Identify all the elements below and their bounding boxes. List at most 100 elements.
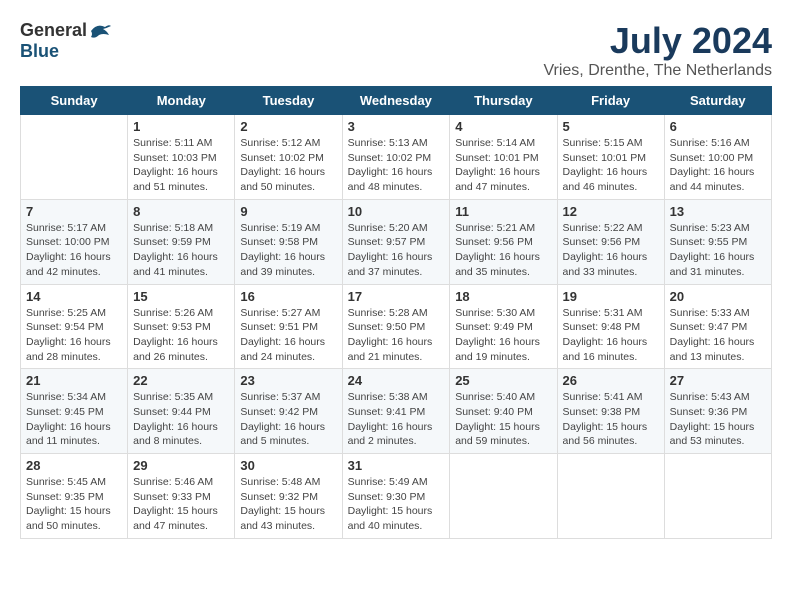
sunrise: Sunrise: 5:23 AM — [670, 222, 750, 234]
daylight: Daylight: 16 hours and 21 minutes. — [348, 336, 433, 363]
sunrise: Sunrise: 5:14 AM — [455, 137, 535, 149]
daylight: Daylight: 16 hours and 11 minutes. — [26, 421, 111, 448]
daylight: Daylight: 16 hours and 47 minutes. — [455, 166, 540, 193]
sunset: Sunset: 9:54 PM — [26, 321, 104, 333]
day-header-thursday: Thursday — [450, 87, 557, 115]
daylight: Daylight: 16 hours and 50 minutes. — [240, 166, 325, 193]
sunset: Sunset: 9:33 PM — [133, 491, 211, 503]
day-number: 16 — [240, 289, 336, 304]
calendar-cell: 7 Sunrise: 5:17 AM Sunset: 10:00 PM Dayl… — [21, 199, 128, 284]
day-header-sunday: Sunday — [21, 87, 128, 115]
calendar-week-row: 1 Sunrise: 5:11 AM Sunset: 10:03 PM Dayl… — [21, 115, 772, 200]
daylight: Daylight: 16 hours and 51 minutes. — [133, 166, 218, 193]
day-header-monday: Monday — [128, 87, 235, 115]
sunrise: Sunrise: 5:35 AM — [133, 391, 213, 403]
sunrise: Sunrise: 5:38 AM — [348, 391, 428, 403]
sunset: Sunset: 9:38 PM — [563, 406, 641, 418]
daylight: Daylight: 15 hours and 53 minutes. — [670, 421, 755, 448]
sunrise: Sunrise: 5:37 AM — [240, 391, 320, 403]
day-number: 9 — [240, 204, 336, 219]
day-number: 14 — [26, 289, 122, 304]
daylight: Daylight: 16 hours and 46 minutes. — [563, 166, 648, 193]
sunset: Sunset: 9:32 PM — [240, 491, 318, 503]
day-info: Sunrise: 5:45 AM Sunset: 9:35 PM Dayligh… — [26, 475, 122, 534]
calendar-cell: 26 Sunrise: 5:41 AM Sunset: 9:38 PM Dayl… — [557, 369, 664, 454]
sunrise: Sunrise: 5:21 AM — [455, 222, 535, 234]
daylight: Daylight: 16 hours and 35 minutes. — [455, 251, 540, 278]
day-info: Sunrise: 5:17 AM Sunset: 10:00 PM Daylig… — [26, 221, 122, 280]
daylight: Daylight: 16 hours and 33 minutes. — [563, 251, 648, 278]
daylight: Daylight: 15 hours and 40 minutes. — [348, 505, 433, 532]
sunrise: Sunrise: 5:18 AM — [133, 222, 213, 234]
daylight: Daylight: 16 hours and 28 minutes. — [26, 336, 111, 363]
day-number: 21 — [26, 373, 122, 388]
calendar-cell: 10 Sunrise: 5:20 AM Sunset: 9:57 PM Dayl… — [342, 199, 450, 284]
calendar-cell: 20 Sunrise: 5:33 AM Sunset: 9:47 PM Dayl… — [664, 284, 771, 369]
sunset: Sunset: 9:47 PM — [670, 321, 748, 333]
calendar-week-row: 21 Sunrise: 5:34 AM Sunset: 9:45 PM Dayl… — [21, 369, 772, 454]
sunrise: Sunrise: 5:28 AM — [348, 307, 428, 319]
calendar-cell: 8 Sunrise: 5:18 AM Sunset: 9:59 PM Dayli… — [128, 199, 235, 284]
day-number: 10 — [348, 204, 445, 219]
calendar-cell: 11 Sunrise: 5:21 AM Sunset: 9:56 PM Dayl… — [450, 199, 557, 284]
sunset: Sunset: 9:55 PM — [670, 236, 748, 248]
day-info: Sunrise: 5:26 AM Sunset: 9:53 PM Dayligh… — [133, 306, 229, 365]
sunrise: Sunrise: 5:15 AM — [563, 137, 643, 149]
sunrise: Sunrise: 5:11 AM — [133, 137, 212, 149]
day-info: Sunrise: 5:46 AM Sunset: 9:33 PM Dayligh… — [133, 475, 229, 534]
calendar-cell: 27 Sunrise: 5:43 AM Sunset: 9:36 PM Dayl… — [664, 369, 771, 454]
sunrise: Sunrise: 5:25 AM — [26, 307, 106, 319]
day-number: 1 — [133, 119, 229, 134]
calendar-header-row: SundayMondayTuesdayWednesdayThursdayFrid… — [21, 87, 772, 115]
month-year: July 2024 — [543, 20, 772, 62]
sunrise: Sunrise: 5:22 AM — [563, 222, 643, 234]
daylight: Daylight: 16 hours and 24 minutes. — [240, 336, 325, 363]
sunset: Sunset: 9:53 PM — [133, 321, 211, 333]
sunset: Sunset: 9:49 PM — [455, 321, 533, 333]
calendar-cell — [664, 454, 771, 539]
day-number: 5 — [563, 119, 659, 134]
calendar-cell — [21, 115, 128, 200]
day-info: Sunrise: 5:22 AM Sunset: 9:56 PM Dayligh… — [563, 221, 659, 280]
day-number: 20 — [670, 289, 766, 304]
calendar-cell: 18 Sunrise: 5:30 AM Sunset: 9:49 PM Dayl… — [450, 284, 557, 369]
sunset: Sunset: 9:41 PM — [348, 406, 426, 418]
sunset: Sunset: 10:02 PM — [348, 152, 431, 164]
day-header-friday: Friday — [557, 87, 664, 115]
day-header-tuesday: Tuesday — [235, 87, 342, 115]
daylight: Daylight: 16 hours and 37 minutes. — [348, 251, 433, 278]
day-number: 4 — [455, 119, 551, 134]
sunset: Sunset: 9:56 PM — [455, 236, 533, 248]
sunrise: Sunrise: 5:40 AM — [455, 391, 535, 403]
day-info: Sunrise: 5:21 AM Sunset: 9:56 PM Dayligh… — [455, 221, 551, 280]
day-info: Sunrise: 5:28 AM Sunset: 9:50 PM Dayligh… — [348, 306, 445, 365]
day-info: Sunrise: 5:31 AM Sunset: 9:48 PM Dayligh… — [563, 306, 659, 365]
sunrise: Sunrise: 5:33 AM — [670, 307, 750, 319]
sunrise: Sunrise: 5:46 AM — [133, 476, 213, 488]
sunset: Sunset: 9:51 PM — [240, 321, 318, 333]
calendar-cell: 14 Sunrise: 5:25 AM Sunset: 9:54 PM Dayl… — [21, 284, 128, 369]
calendar-cell — [557, 454, 664, 539]
sunset: Sunset: 9:56 PM — [563, 236, 641, 248]
day-number: 2 — [240, 119, 336, 134]
sunrise: Sunrise: 5:31 AM — [563, 307, 643, 319]
day-number: 30 — [240, 458, 336, 473]
calendar-cell: 5 Sunrise: 5:15 AM Sunset: 10:01 PM Dayl… — [557, 115, 664, 200]
calendar-cell: 3 Sunrise: 5:13 AM Sunset: 10:02 PM Dayl… — [342, 115, 450, 200]
day-number: 26 — [563, 373, 659, 388]
daylight: Daylight: 16 hours and 2 minutes. — [348, 421, 433, 448]
calendar-cell: 2 Sunrise: 5:12 AM Sunset: 10:02 PM Dayl… — [235, 115, 342, 200]
daylight: Daylight: 15 hours and 56 minutes. — [563, 421, 648, 448]
sunrise: Sunrise: 5:16 AM — [670, 137, 750, 149]
sunset: Sunset: 9:42 PM — [240, 406, 318, 418]
day-number: 31 — [348, 458, 445, 473]
location: Vries, Drenthe, The Netherlands — [543, 62, 772, 80]
sunset: Sunset: 10:00 PM — [670, 152, 753, 164]
day-number: 13 — [670, 204, 766, 219]
sunset: Sunset: 10:01 PM — [455, 152, 538, 164]
calendar-week-row: 7 Sunrise: 5:17 AM Sunset: 10:00 PM Dayl… — [21, 199, 772, 284]
calendar-cell: 28 Sunrise: 5:45 AM Sunset: 9:35 PM Dayl… — [21, 454, 128, 539]
calendar-cell: 31 Sunrise: 5:49 AM Sunset: 9:30 PM Dayl… — [342, 454, 450, 539]
calendar-table: SundayMondayTuesdayWednesdayThursdayFrid… — [20, 86, 772, 539]
sunset: Sunset: 9:36 PM — [670, 406, 748, 418]
